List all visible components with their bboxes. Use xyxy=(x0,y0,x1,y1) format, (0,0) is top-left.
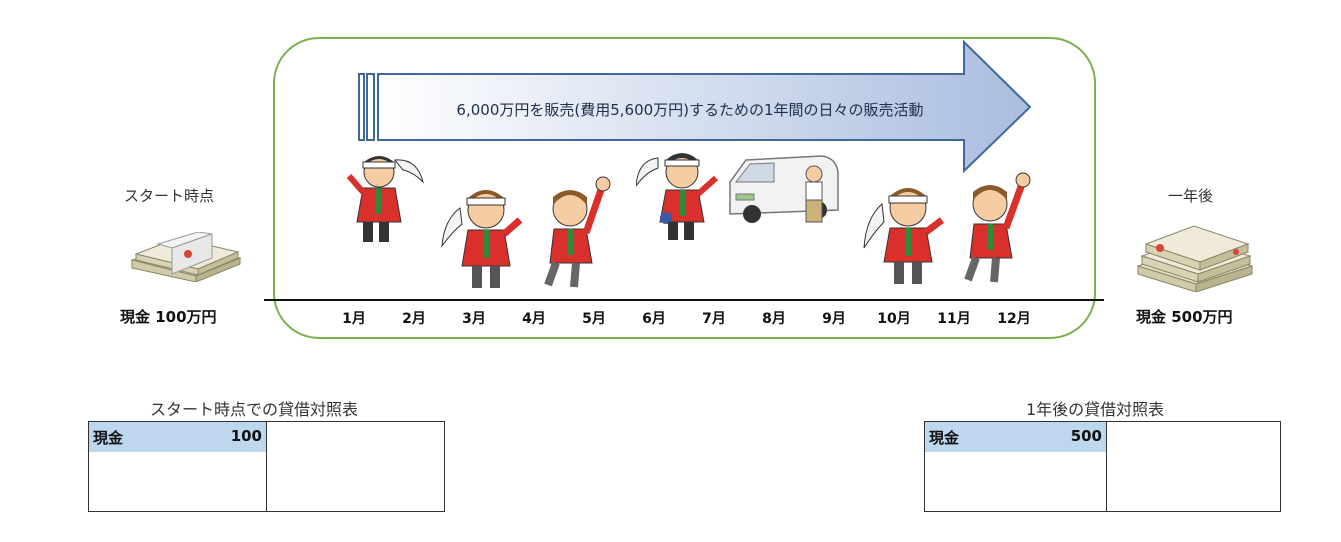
salesman-icon xyxy=(636,153,718,240)
bs-end-item-value: 500 xyxy=(1070,427,1102,445)
bs-start-assets: 現金 100 xyxy=(89,422,267,511)
salesman-icon xyxy=(964,172,1031,283)
bs-start-item-value: 100 xyxy=(230,427,262,445)
bs-start-cash-row: 現金 100 xyxy=(89,422,266,452)
bs-end-assets: 現金 500 xyxy=(925,422,1107,511)
month-label: 10月 xyxy=(877,311,911,327)
month-label: 3月 xyxy=(462,311,486,327)
delivery-van-icon xyxy=(729,155,839,223)
month-label: 8月 xyxy=(762,311,786,327)
month-label: 1月 xyxy=(342,311,366,327)
money-bundle-icon xyxy=(130,232,242,282)
bs-start-item-label: 現金 xyxy=(93,429,124,447)
bs-end-item-label: 現金 xyxy=(929,429,960,447)
end-cash-label: 現金 500万円 xyxy=(1136,308,1233,326)
timeline-axis xyxy=(264,299,1104,301)
month-label: 11月 xyxy=(937,311,971,327)
money-stack-icon xyxy=(1136,225,1254,292)
month-label: 12月 xyxy=(997,311,1031,327)
bs-start-title: スタート時点での貸借対照表 xyxy=(150,400,359,419)
month-label: 7月 xyxy=(702,311,726,327)
bs-start-table: 現金 100 xyxy=(88,421,445,512)
end-caption: 一年後 xyxy=(1168,187,1214,205)
start-caption: スタート時点 xyxy=(124,187,215,205)
bs-end-title: 1年後の貸借対照表 xyxy=(1026,400,1165,419)
month-label: 6月 xyxy=(642,311,666,327)
salesman-icon xyxy=(863,188,945,284)
arrow-text: 6,000万円を販売(費用5,600万円)するための1年間の日々の販売活動 xyxy=(456,101,924,119)
salesman-icon xyxy=(441,190,523,288)
start-cash-label: 現金 100万円 xyxy=(120,308,217,326)
bs-end-table: 現金 500 xyxy=(924,421,1281,512)
bs-end-cash-row: 現金 500 xyxy=(925,422,1106,452)
month-label: 5月 xyxy=(582,311,606,327)
month-label: 4月 xyxy=(522,311,546,327)
month-label: 9月 xyxy=(822,311,846,327)
month-label: 2月 xyxy=(402,311,426,327)
salesman-icon xyxy=(346,156,424,242)
salesman-icon xyxy=(544,176,611,288)
